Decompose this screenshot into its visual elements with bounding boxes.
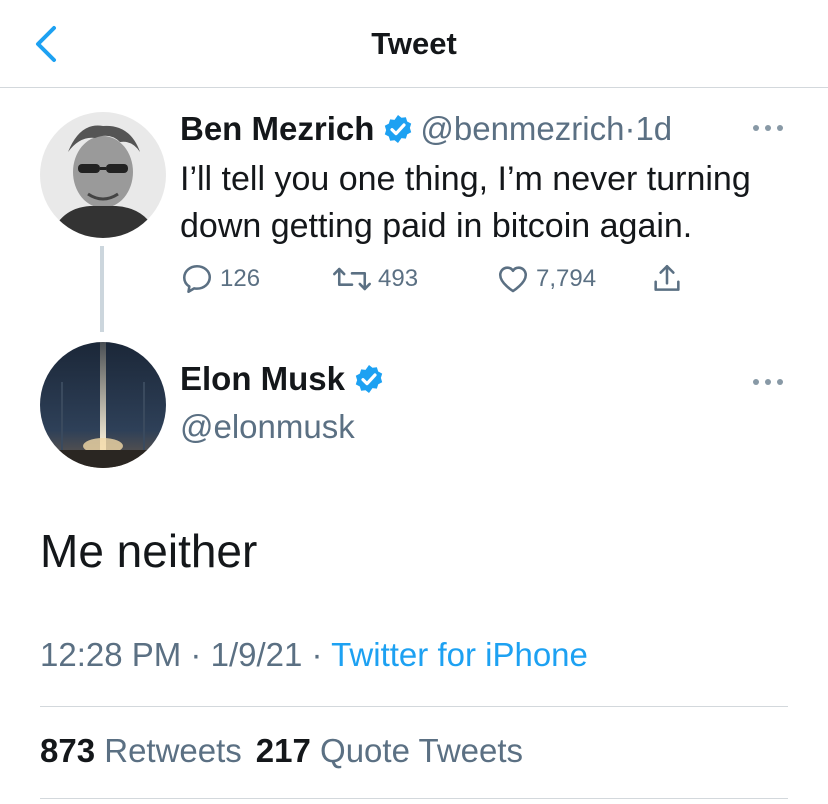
- tweet-date: 1/9/21: [210, 636, 303, 673]
- avatar-elon-musk[interactable]: [40, 342, 166, 468]
- author-name[interactable]: Ben Mezrich: [180, 110, 374, 147]
- tweet-meta: 12:28 PM · 1/9/21 · Twitter for iPhone: [40, 636, 588, 674]
- avatar-image: [40, 112, 166, 238]
- more-dots-icon: [753, 379, 783, 385]
- share-icon: [654, 264, 680, 291]
- like-count: 7,794: [536, 265, 597, 292]
- tweet-time: 12:28 PM: [40, 636, 182, 673]
- tweet-source-link[interactable]: Twitter for iPhone: [331, 636, 588, 673]
- top-nav-bar: Tweet: [0, 0, 828, 88]
- heart-icon: [498, 266, 528, 293]
- like-button[interactable]: 7,794: [496, 262, 596, 296]
- reply-count: 126: [220, 265, 261, 292]
- quote-label: Quote Tweets: [320, 732, 524, 769]
- retweet-label: Retweets: [104, 732, 242, 769]
- dot-separator: ·: [190, 636, 202, 673]
- retweet-button[interactable]: 493: [332, 262, 418, 296]
- author-handle[interactable]: @elonmusk: [180, 408, 355, 446]
- parent-tweet-header: Ben Mezrich @benmezrich·1d: [180, 110, 672, 148]
- avatar-ben-mezrich[interactable]: [40, 112, 166, 238]
- thread-connector-line: [100, 246, 104, 332]
- more-dots-icon: [753, 125, 783, 131]
- quote-tweets-stat-link[interactable]: 217 Quote Tweets: [256, 732, 523, 769]
- reply-button[interactable]: 126: [180, 262, 260, 296]
- author-name[interactable]: Elon Musk: [180, 360, 345, 397]
- more-options-button[interactable]: [748, 118, 788, 138]
- main-tweet-header: Elon Musk: [180, 360, 391, 398]
- verified-badge-icon: [355, 365, 383, 393]
- main-tweet-text: Me neither: [40, 525, 258, 577]
- retweets-stat-link[interactable]: 873 Retweets: [40, 732, 242, 769]
- avatar-image: [40, 342, 166, 468]
- verified-badge-icon: [385, 115, 412, 143]
- tweet-stats: 873 Retweets 217 Quote Tweets: [40, 732, 537, 770]
- tweet-age[interactable]: 1d: [635, 110, 672, 147]
- share-button[interactable]: [650, 262, 690, 296]
- page-title: Tweet: [371, 26, 457, 61]
- retweet-count: 493: [378, 265, 419, 292]
- retweet-icon: [333, 267, 371, 291]
- parent-tweet-text: I’ll tell you one thing, I’m never turni…: [180, 160, 751, 245]
- author-handle[interactable]: @benmezrich: [420, 110, 624, 147]
- dot-separator: ·: [311, 636, 323, 673]
- quote-count: 217: [255, 732, 311, 769]
- retweet-count: 873: [40, 732, 96, 769]
- divider: [40, 798, 788, 799]
- reply-icon: [182, 264, 212, 294]
- dot-separator: ·: [624, 110, 636, 147]
- parent-tweet-actions: 126 493 7,794: [180, 262, 700, 302]
- more-options-button[interactable]: [748, 372, 788, 392]
- divider: [40, 706, 788, 707]
